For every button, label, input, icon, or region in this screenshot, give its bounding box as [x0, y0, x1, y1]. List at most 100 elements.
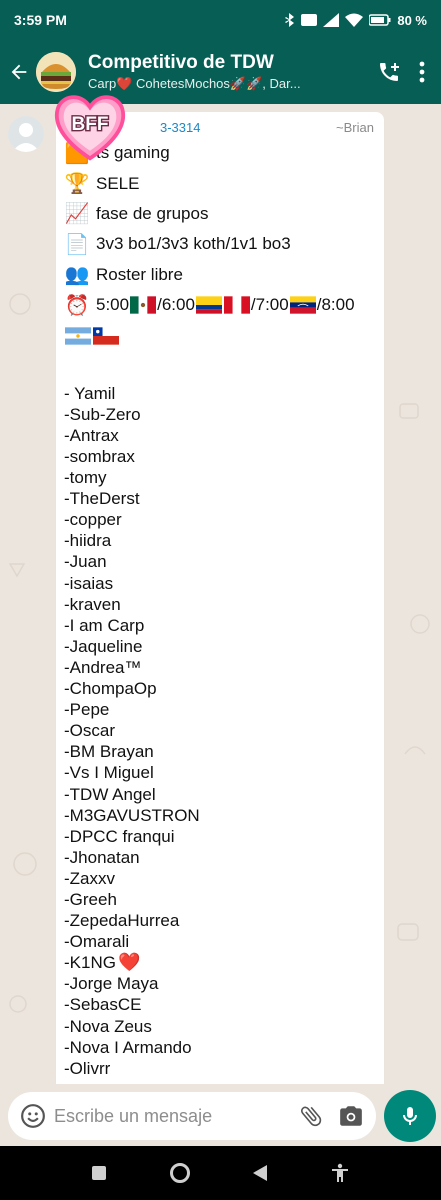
- roster-item: -ChompaOp: [64, 679, 157, 699]
- roster-item: -Jorge Maya: [64, 974, 159, 994]
- wifi-icon: [345, 13, 364, 27]
- sender-name: ~Brian: [336, 120, 374, 135]
- roster-list: - Yamil -Sub-Zero -Antrax -sombrax -tomy…: [64, 383, 374, 1079]
- back-button[interactable]: [2, 40, 36, 104]
- voice-message-button[interactable]: [384, 1090, 436, 1142]
- bff-heart-sticker: BFF: [54, 95, 126, 161]
- roster-item: -Nova Zeus: [64, 1016, 152, 1036]
- bluetooth-icon: [285, 13, 295, 27]
- status-time: 3:59 PM: [14, 12, 67, 28]
- group-avatar[interactable]: [36, 52, 76, 92]
- roster-item: -TDW Angel: [64, 784, 156, 804]
- time-venezuela: /7:00: [250, 295, 289, 315]
- alarm-clock-emoji: ⏰: [64, 294, 90, 317]
- roster-item: -I am Carp: [64, 615, 145, 635]
- people-emoji: 👥: [64, 264, 90, 287]
- chile-flag-icon: [93, 326, 119, 345]
- home-icon[interactable]: [169, 1162, 191, 1184]
- roster-item: -Nova I Armando: [64, 1037, 192, 1057]
- venezuela-flag-icon: [289, 296, 316, 314]
- roster-item: -Vs I Miguel: [64, 763, 154, 783]
- battery-percent: 80 %: [397, 12, 427, 28]
- roster-item: -Sub-Zero: [64, 404, 141, 424]
- attach-icon[interactable]: [298, 1103, 324, 1129]
- recents-icon[interactable]: [91, 1165, 107, 1181]
- roster-item: -tomy: [64, 468, 107, 488]
- roster-item: -sombrax: [64, 447, 135, 467]
- roster-item: -TheDerst: [64, 489, 140, 509]
- roster-item: -copper: [64, 510, 122, 530]
- volte-icon: [301, 14, 318, 26]
- time-mexico: 5:00: [96, 295, 130, 315]
- bff-text: BFF: [72, 114, 109, 135]
- roster-item: -Greeh: [64, 889, 117, 909]
- roster-item: -hiidra: [64, 531, 112, 551]
- header-actions: [377, 60, 441, 84]
- roster-item: -ZepedaHurrea: [64, 911, 180, 931]
- roster-name: -K1NG: [64, 953, 116, 973]
- roster-item: -Jaqueline: [64, 636, 143, 656]
- camera-icon[interactable]: [338, 1103, 364, 1129]
- schedule-line: ⏰ 5:00 /6:00 /7:00 /8:00: [64, 290, 374, 320]
- sender-avatar[interactable]: [8, 116, 44, 152]
- roster-item: -isaias: [64, 573, 114, 593]
- group-participants: Carp❤️ CohetesMochos🚀🚀, Dar...: [88, 76, 301, 91]
- line-text: Roster libre: [96, 264, 183, 284]
- roster-item: -Jhonatan: [64, 847, 140, 867]
- roster-item: -Antrax: [64, 425, 119, 445]
- roster-item: -kraven: [64, 594, 121, 614]
- line-text: fase de grupos: [96, 203, 209, 223]
- message-line: 👥 Roster libre: [64, 260, 374, 290]
- default-avatar-icon: [12, 123, 40, 152]
- message-composer: [8, 1092, 376, 1140]
- roster-item: -Andrea™: [64, 657, 142, 677]
- composer-bar: [0, 1084, 441, 1146]
- time-colombia-peru: /6:00: [157, 295, 195, 315]
- status-bar: 3:59 PM 80 %: [0, 0, 441, 40]
- message-input[interactable]: [54, 1105, 298, 1127]
- message-line: 📈 fase de grupos: [64, 199, 374, 229]
- more-vert-icon[interactable]: [419, 61, 425, 83]
- roster-item: -Pepe: [64, 700, 110, 720]
- roster-item: -Zaxxv: [64, 868, 115, 888]
- chart-emoji: 📈: [64, 203, 90, 226]
- system-nav-bar: [0, 1146, 441, 1200]
- roster-item: -DPCC franqui: [64, 826, 175, 846]
- roster-item: -Olivrr: [64, 1058, 111, 1078]
- battery-icon: [369, 14, 391, 26]
- accessibility-icon[interactable]: [330, 1163, 350, 1183]
- message-line: 🏆 SELE: [64, 168, 374, 198]
- document-emoji: 📄: [64, 233, 90, 256]
- peru-flag-icon: [223, 296, 250, 314]
- message-line: 📄 3v3 bo1/3v3 koth/1v1 bo3: [64, 229, 374, 259]
- roster-item: -M3GAVUSTRON: [64, 805, 200, 825]
- line-text: SELE: [96, 173, 140, 193]
- group-title: Competitivo de TDW: [88, 52, 274, 73]
- roster-item: -BM Brayan: [64, 742, 154, 762]
- trophy-emoji: 🏆: [64, 173, 90, 196]
- chat-titles[interactable]: Competitivo de TDW Carp❤️ CohetesMochos🚀…: [88, 52, 377, 92]
- line-text: 3v3 bo1/3v3 koth/1v1 bo3: [96, 234, 291, 254]
- mexico-flag-icon: [130, 296, 157, 314]
- burger-image: [36, 52, 76, 92]
- roster-item: -Oscar: [64, 721, 115, 741]
- roster-item: -SebasCE: [64, 995, 142, 1015]
- chat-area[interactable]: 3-3314 ~Brian 🟧 ts gaming 🏆 SELE 📈 fase …: [0, 104, 441, 1084]
- add-call-icon[interactable]: [377, 60, 401, 84]
- back-arrow-icon: [11, 64, 27, 80]
- roster-item: -Omarali: [64, 932, 130, 952]
- roster-item: -K1NG ❤️: [64, 952, 374, 973]
- schedule-flags-line: [64, 320, 374, 350]
- back-nav-icon[interactable]: [252, 1164, 268, 1182]
- argentina-flag-icon: [65, 326, 91, 345]
- status-icons: 80 %: [285, 13, 427, 28]
- time-argentina-chile: /8:00: [316, 295, 355, 315]
- heart-emoji: ❤️: [117, 952, 141, 973]
- colombia-flag-icon: [195, 296, 222, 314]
- roster-item: -Juan: [64, 552, 107, 572]
- roster-item: - Yamil: [64, 383, 116, 403]
- signal-icon: [323, 13, 340, 27]
- microphone-icon: [403, 1107, 417, 1125]
- emoji-icon[interactable]: [20, 1103, 46, 1129]
- message-bubble[interactable]: 3-3314 ~Brian 🟧 ts gaming 🏆 SELE 📈 fase …: [56, 112, 384, 1084]
